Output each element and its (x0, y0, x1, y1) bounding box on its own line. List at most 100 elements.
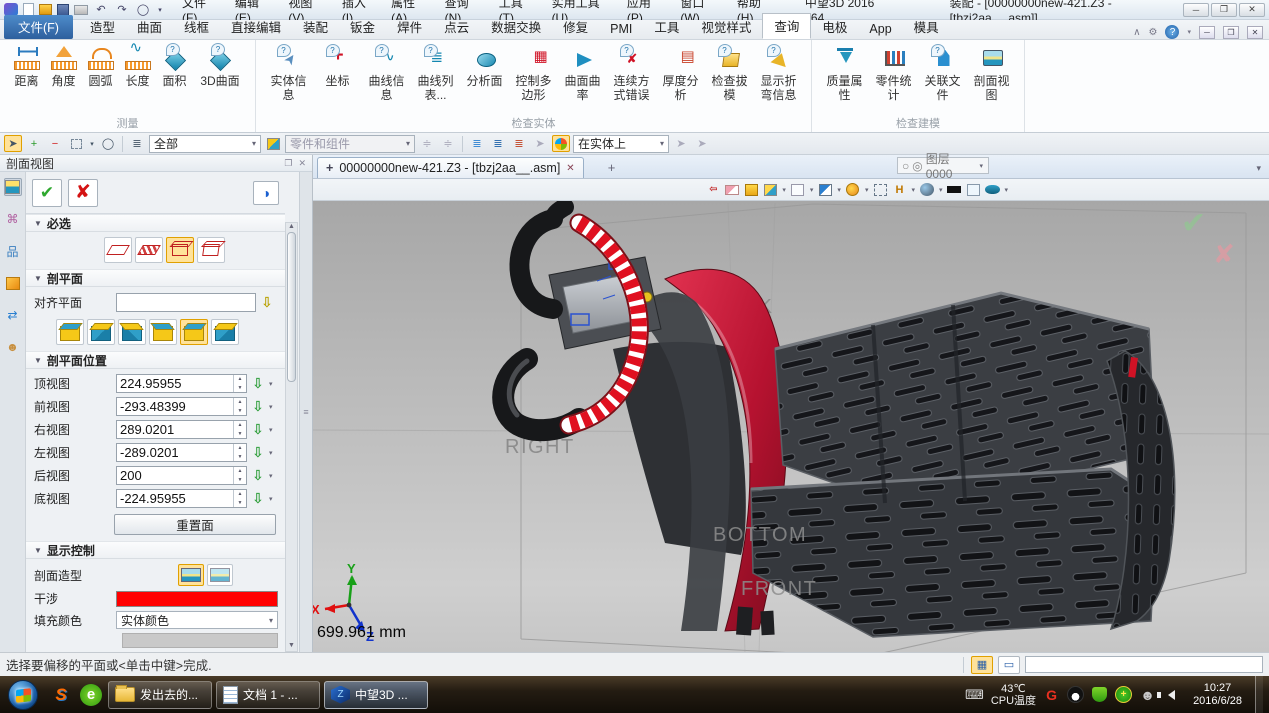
volume-icon[interactable] (1163, 686, 1180, 703)
shade-mode-caret-icon[interactable]: ▾ (782, 186, 786, 194)
section-hatch-type-icon[interactable] (135, 237, 163, 263)
new-tab-button[interactable]: + (608, 160, 616, 178)
panel-scrollbar[interactable]: ▲ ▼ (285, 222, 298, 652)
wireframe-caret-icon[interactable]: ▾ (810, 186, 814, 194)
align-plane-input[interactable] (117, 294, 255, 311)
top-import-caret-icon[interactable]: ▾ (269, 380, 273, 388)
left-view-input[interactable] (117, 444, 233, 461)
solid-box-icon[interactable] (4, 274, 22, 292)
save-icon[interactable] (57, 4, 69, 16)
tab-point-cloud[interactable]: 点云 (433, 15, 480, 39)
filter-column-icon[interactable]: ≣ (128, 135, 146, 152)
browser-icon[interactable]: e (78, 682, 104, 708)
shade-cube-icon[interactable] (743, 182, 759, 197)
globe-caret-icon[interactable]: ▾ (939, 186, 943, 194)
render-globe-icon[interactable] (919, 182, 935, 197)
bottom-view-input[interactable] (117, 490, 233, 507)
top-view-spinner[interactable]: ▲▼ (233, 375, 246, 392)
shape-full-icon[interactable] (207, 564, 233, 586)
plane-top-icon[interactable] (56, 319, 84, 345)
panel-close-icon[interactable]: ✕ (298, 158, 306, 169)
ok-button[interactable]: ✔ (32, 179, 62, 207)
interference-color-swatch[interactable] (116, 591, 278, 607)
top-view-input[interactable] (117, 375, 233, 392)
marquee-dropdown-icon[interactable]: ▾ (88, 135, 96, 152)
doc-minimize-button[interactable]: ─ (1199, 26, 1215, 39)
close-button[interactable]: ✕ (1239, 3, 1265, 17)
section-box-type-icon[interactable] (166, 237, 194, 263)
section-required-header[interactable]: ▼ 必选 (26, 214, 285, 232)
taskbar-item-folder[interactable]: 发出去的... (108, 681, 212, 709)
orient-caret-icon[interactable]: ▾ (911, 186, 915, 194)
show-desktop-button[interactable] (1255, 676, 1263, 713)
section-plane-type-icon[interactable] (104, 237, 132, 263)
front-view-input[interactable] (117, 398, 233, 415)
align-import-icon[interactable]: ⇩ (258, 294, 276, 311)
marquee-select-icon[interactable] (67, 135, 85, 152)
bottom-import-icon[interactable]: ⇩ (249, 490, 267, 507)
qq-icon[interactable] (1067, 686, 1084, 703)
coordinate-button[interactable]: 坐标 (313, 43, 362, 89)
shape-cut-icon[interactable] (178, 564, 204, 586)
manager-tree-icon[interactable]: ⌘ (4, 210, 22, 228)
tab-inquire[interactable]: 查询 (762, 13, 811, 39)
lasso-select-icon[interactable]: ◯ (99, 135, 117, 152)
right-import-icon[interactable]: ⇩ (249, 421, 267, 438)
taskbar-item-document[interactable]: 文档 1 - ... (216, 681, 320, 709)
wireframe-cube-icon[interactable] (790, 182, 806, 197)
front-import-icon[interactable]: ⇩ (249, 398, 267, 415)
solid-info-button[interactable]: 实体信息 (264, 43, 313, 103)
zoom-fit-icon[interactable] (872, 182, 888, 197)
white-frame-icon[interactable] (965, 182, 981, 197)
tab-close-icon[interactable]: ✕ (566, 163, 574, 174)
swap-view-icon[interactable]: ⇄ (4, 306, 22, 324)
front-view-spinner[interactable]: ▲▼ (233, 398, 246, 415)
top-import-icon[interactable]: ⇩ (249, 375, 267, 392)
keyboard-layout-icon[interactable]: ⌨ (965, 687, 984, 703)
back-view-spinner[interactable]: ▲▼ (233, 467, 246, 484)
tray-g-icon[interactable]: G (1043, 686, 1060, 703)
draft-check-button[interactable]: 检查拔模 (705, 43, 754, 103)
scroll-thumb[interactable] (287, 232, 296, 382)
background-caret-icon[interactable]: ▾ (1004, 186, 1008, 194)
right-import-caret-icon[interactable]: ▾ (269, 426, 273, 434)
front-import-caret-icon[interactable]: ▾ (269, 403, 273, 411)
background-saucer-icon[interactable] (984, 182, 1000, 197)
bottom-import-caret-icon[interactable]: ▾ (269, 495, 273, 503)
help-dropdown-icon[interactable]: ▾ (1187, 28, 1191, 36)
section-position-header[interactable]: ▼ 剖平面位置 (26, 351, 285, 369)
tab-list-icon[interactable]: ▾ (1252, 163, 1265, 178)
left-import-icon[interactable]: ⇩ (249, 444, 267, 461)
print-icon[interactable] (74, 5, 88, 15)
distance-button[interactable]: 距离 (8, 43, 45, 89)
back-import-caret-icon[interactable]: ▾ (269, 472, 273, 480)
sogou-pinyin-icon[interactable]: S (48, 682, 74, 708)
scroll-down-icon[interactable]: ▼ (288, 642, 295, 649)
minimize-button[interactable]: ─ (1183, 3, 1209, 17)
help-icon[interactable]: ? (1165, 25, 1179, 39)
continuity-error-button[interactable]: 连续方式错误 (607, 43, 656, 103)
curve-list-button[interactable]: 曲线列表... (411, 43, 460, 103)
doc-close-button[interactable]: ✕ (1247, 26, 1263, 39)
sort-list-icon[interactable]: ≣ (468, 135, 486, 152)
plane-left-icon[interactable] (149, 319, 177, 345)
pick-mode-icon[interactable]: ➤ (4, 135, 22, 152)
tray-user-icon[interactable]: ☻ (1139, 686, 1156, 703)
scroll-up-icon[interactable]: ▲ (288, 223, 295, 230)
assembly-tree-icon[interactable]: 品 (4, 242, 22, 260)
window-split-toggle[interactable]: ▭ (998, 656, 1020, 674)
tab-weldment[interactable]: 焊件 (386, 15, 433, 39)
section-assembly-type-icon[interactable] (197, 237, 225, 263)
tab-file[interactable]: 文件(F) (4, 15, 73, 39)
exit-section-icon[interactable]: ⇦ (705, 182, 721, 197)
fill-color-combo[interactable]: 实体颜色 ▾ (116, 611, 278, 629)
zoom-icon[interactable] (845, 182, 861, 197)
tab-sheet-metal[interactable]: 钣金 (339, 15, 386, 39)
document-tab[interactable]: + 00000000new-421.Z3 - [tbzj2aa__.asm] ✕ (317, 157, 584, 178)
tab-shape[interactable]: 造型 (79, 15, 126, 39)
eraser-icon[interactable] (724, 182, 740, 197)
tab-visual-style[interactable]: 视觉样式 (690, 15, 762, 39)
right-view-spinner[interactable]: ▲▼ (233, 421, 246, 438)
bottom-view-spinner[interactable]: ▲▼ (233, 490, 246, 507)
back-view-input[interactable] (117, 467, 233, 484)
